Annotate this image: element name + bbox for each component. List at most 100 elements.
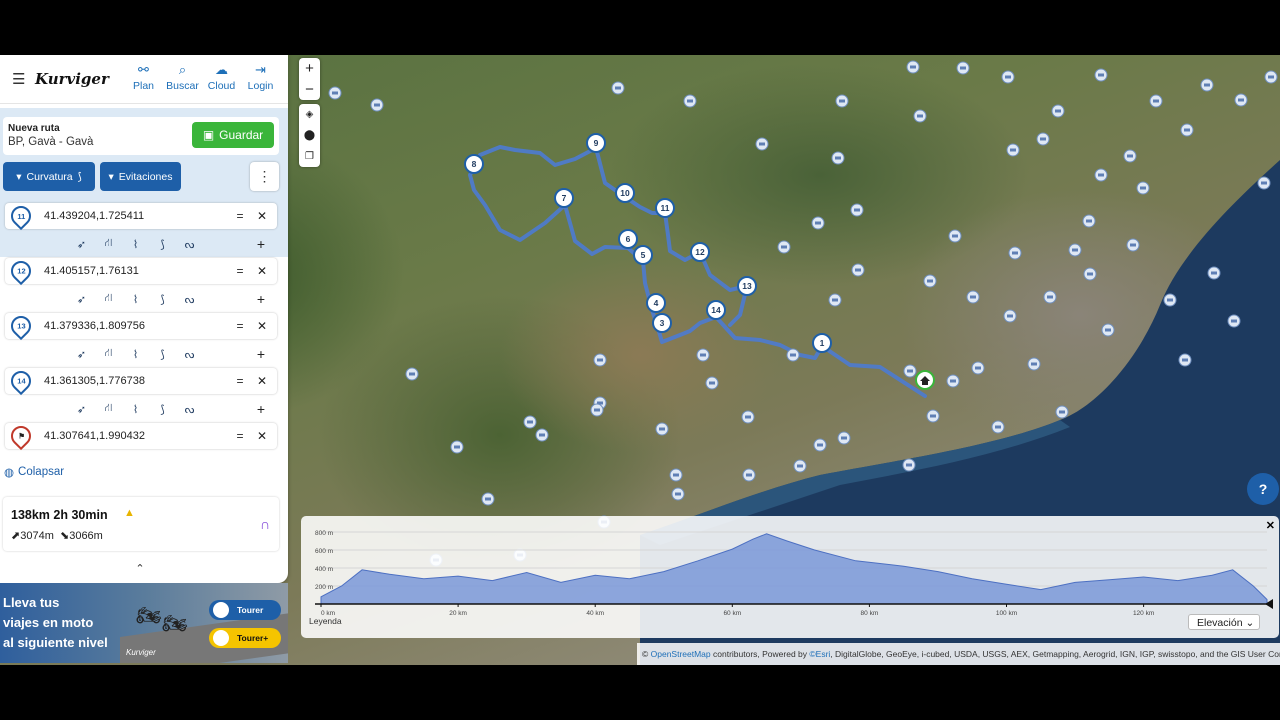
help-button[interactable]: ?	[1247, 473, 1279, 505]
poi-marker[interactable]	[1264, 70, 1278, 84]
poi-marker[interactable]	[696, 348, 710, 362]
poi-marker[interactable]	[1257, 176, 1271, 190]
waypoint-coord[interactable]: 41.307641,1.990432	[44, 430, 233, 442]
remove-icon[interactable]: ✕	[255, 319, 269, 333]
poi-marker[interactable]	[1006, 143, 1020, 157]
poi-marker[interactable]	[590, 403, 604, 417]
poi-marker[interactable]	[742, 468, 756, 482]
layers-icon[interactable]: ◈	[299, 104, 320, 125]
poi-marker[interactable]	[705, 376, 719, 390]
poi-marker[interactable]	[1101, 323, 1115, 337]
poi-marker[interactable]	[328, 86, 342, 100]
poi-marker[interactable]	[1136, 181, 1150, 195]
remove-icon[interactable]: ✕	[255, 209, 269, 223]
poi-marker[interactable]	[1043, 290, 1057, 304]
curvy-road-icon[interactable]: ⟆	[149, 403, 176, 416]
ad-banner[interactable]: 🏍 🏍 Lleva tus viajes en moto al siguient…	[0, 583, 288, 663]
waypoint-marker[interactable]: 13	[737, 276, 757, 296]
straight-road-icon[interactable]: ⌇	[122, 348, 149, 361]
poi-marker[interactable]	[923, 274, 937, 288]
poi-marker[interactable]	[450, 440, 464, 454]
very-curvy-icon[interactable]: ᔓ	[176, 348, 203, 361]
add-waypoint-icon[interactable]: +	[254, 291, 268, 307]
poi-marker[interactable]	[926, 409, 940, 423]
add-waypoint-icon[interactable]: +	[254, 236, 268, 252]
waypoint-coord[interactable]: 41.379336,1.809756	[44, 320, 233, 332]
curvy-road-icon[interactable]: ⟆	[149, 293, 176, 306]
poi-marker[interactable]	[948, 229, 962, 243]
remove-icon[interactable]: ✕	[255, 374, 269, 388]
poi-marker[interactable]	[902, 458, 916, 472]
elevation-chart[interactable]: 200 m400 m600 m800 m0 km 20 km 40 km 60 km 8…	[301, 516, 1279, 638]
poi-marker[interactable]	[1180, 123, 1194, 137]
poi-marker[interactable]	[828, 293, 842, 307]
curvy-road-icon[interactable]: ⟆	[149, 348, 176, 361]
copy-icon[interactable]: ❐	[299, 146, 320, 167]
curvy-road-icon[interactable]: ⟆	[149, 238, 176, 251]
poi-marker[interactable]	[671, 487, 685, 501]
waypoint-coord[interactable]: 41.439204,1.725411	[44, 210, 233, 222]
poi-marker[interactable]	[1163, 293, 1177, 307]
location-pin-icon[interactable]: ⬤	[299, 125, 320, 146]
waypoint-row[interactable]: 13 41.379336,1.809756 = ✕	[5, 311, 277, 341]
poi-marker[interactable]	[1008, 246, 1022, 260]
poi-marker[interactable]	[793, 459, 807, 473]
waypoint-marker[interactable]: 1	[812, 333, 832, 353]
poi-marker[interactable]	[903, 364, 917, 378]
poi-marker[interactable]	[611, 81, 625, 95]
very-curvy-icon[interactable]: ᔓ	[176, 403, 203, 416]
waypoint-marker[interactable]: 14	[706, 300, 726, 320]
warning-icon[interactable]: ▲	[124, 507, 135, 519]
poi-marker[interactable]	[1068, 243, 1082, 257]
drag-handle-icon[interactable]: =	[233, 319, 247, 333]
poi-marker[interactable]	[850, 203, 864, 217]
fastest-icon[interactable]: ➶	[68, 348, 95, 361]
very-curvy-icon[interactable]: ᔓ	[176, 293, 203, 306]
poi-marker[interactable]	[946, 374, 960, 388]
waypoint-marker[interactable]: 5	[633, 245, 653, 265]
drag-handle-icon[interactable]: =	[233, 209, 247, 223]
poi-marker[interactable]	[1083, 267, 1097, 281]
save-button[interactable]: ▣ Guardar	[192, 122, 274, 148]
poi-marker[interactable]	[777, 240, 791, 254]
waypoint-row[interactable]: 11 41.439204,1.725411 = ✕	[5, 201, 277, 231]
poi-marker[interactable]	[481, 492, 495, 506]
legend-label[interactable]: Leyenda	[309, 616, 342, 626]
waypoint-marker[interactable]: 10	[615, 183, 635, 203]
poi-marker[interactable]	[1094, 168, 1108, 182]
straight-road-icon[interactable]: ⌇	[122, 293, 149, 306]
poi-marker[interactable]	[741, 410, 755, 424]
poi-marker[interactable]	[1149, 94, 1163, 108]
poi-marker[interactable]	[370, 98, 384, 112]
poi-marker[interactable]	[811, 216, 825, 230]
add-waypoint-icon[interactable]: +	[254, 346, 268, 362]
highway-icon[interactable]: ⛙	[95, 237, 122, 251]
poi-marker[interactable]	[831, 151, 845, 165]
nav-login-button[interactable]: ⇥ Login	[241, 63, 280, 92]
menu-icon[interactable]: ☰	[12, 70, 26, 88]
poi-marker[interactable]	[593, 353, 607, 367]
waypoint-marker[interactable]: 12	[690, 242, 710, 262]
roundtrip-icon[interactable]: ∩	[260, 516, 270, 532]
route-name-value[interactable]: BP, Gavà - Gavà	[8, 136, 93, 148]
poi-marker[interactable]	[851, 263, 865, 277]
poi-marker[interactable]	[755, 137, 769, 151]
remove-icon[interactable]: ✕	[255, 264, 269, 278]
poi-marker[interactable]	[683, 94, 697, 108]
poi-marker[interactable]	[1082, 214, 1096, 228]
waypoint-row[interactable]: ⚑ 41.307641,1.990432 = ✕	[5, 421, 277, 451]
route-name-box[interactable]: Nueva ruta BP, Gavà - Gavà ▣ Guardar	[3, 117, 279, 155]
drag-handle-icon[interactable]: =	[233, 264, 247, 278]
curvature-button[interactable]: ▾ Curvatura ⟆	[3, 162, 95, 191]
poi-marker[interactable]	[813, 438, 827, 452]
fastest-icon[interactable]: ➶	[68, 403, 95, 416]
straight-road-icon[interactable]: ⌇	[122, 238, 149, 251]
more-options-button[interactable]: ⋮	[250, 162, 279, 191]
tourer-plus-button[interactable]: Tourer+	[209, 628, 281, 648]
waypoint-coord[interactable]: 41.405157,1.76131	[44, 265, 233, 277]
very-curvy-icon[interactable]: ᔓ	[176, 238, 203, 251]
poi-marker[interactable]	[991, 420, 1005, 434]
poi-marker[interactable]	[835, 94, 849, 108]
waypoint-marker[interactable]: 11	[655, 198, 675, 218]
poi-marker[interactable]	[1207, 266, 1221, 280]
